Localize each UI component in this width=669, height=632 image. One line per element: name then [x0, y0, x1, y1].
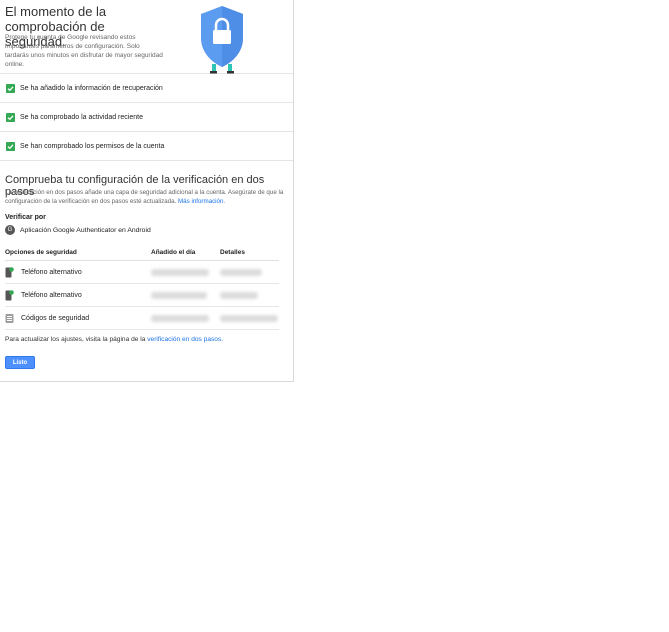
- shield-lock-icon: [201, 6, 243, 74]
- table-row: Teléfono alternativo: [5, 284, 279, 307]
- security-checkup-card: El momento de la comprobación de segurid…: [0, 0, 294, 382]
- done-button[interactable]: Listo: [5, 356, 35, 369]
- table-header: Opciones de seguridad Añadido el día Det…: [5, 244, 279, 261]
- row-option-label: Códigos de seguridad: [21, 314, 90, 322]
- redacted-date: [151, 314, 209, 322]
- phone-icon: [5, 266, 14, 277]
- codes-icon: [5, 313, 14, 323]
- footer-note: Para actualizar los ajustes, visita la p…: [5, 336, 223, 343]
- col-header-added: Añadido el día: [151, 248, 196, 256]
- security-options-table: Opciones de seguridad Añadido el día Det…: [5, 244, 279, 330]
- check-label: Se ha añadido la información de recupera…: [20, 84, 163, 92]
- check-label: Se ha comprobado la actividad reciente: [20, 113, 143, 121]
- two-step-link[interactable]: verificación en dos pasos.: [147, 336, 223, 343]
- hero-section: El momento de la comprobación de segurid…: [0, 0, 293, 74]
- authenticator-icon: G: [5, 225, 15, 235]
- redacted-date: [151, 291, 207, 299]
- check-icon: [6, 141, 15, 151]
- redacted-details: [220, 268, 262, 276]
- verify-heading: Verificar por: [5, 214, 46, 221]
- verify-method-label: Aplicación Google Authenticator en Andro…: [20, 226, 151, 234]
- redacted-date: [151, 268, 209, 276]
- two-step-description: La verificación en dos pasos añade una c…: [5, 188, 285, 206]
- check-row-recovery[interactable]: Se ha añadido la información de recupera…: [0, 74, 293, 103]
- redacted-details: [220, 314, 278, 322]
- phone-icon: [5, 289, 14, 300]
- check-icon: [6, 83, 15, 93]
- table-row: Códigos de seguridad: [5, 307, 279, 330]
- check-icon: [6, 112, 15, 122]
- two-step-description-text: La verificación en dos pasos añade una c…: [5, 189, 284, 205]
- check-label: Se han comprobado los permisos de la cue…: [20, 142, 165, 150]
- hero-description: Protege tu cuenta de Google revisando es…: [5, 34, 163, 68]
- footer-note-text: Para actualizar los ajustes, visita la p…: [5, 336, 146, 343]
- check-row-activity[interactable]: Se ha comprobado la actividad reciente: [0, 103, 293, 132]
- check-row-permissions[interactable]: Se han comprobado los permisos de la cue…: [0, 132, 293, 161]
- verify-method: G Aplicación Google Authenticator en And…: [5, 225, 151, 235]
- col-header-options: Opciones de seguridad: [5, 248, 77, 256]
- more-info-link[interactable]: Más información.: [178, 198, 225, 205]
- redacted-details: [220, 291, 258, 299]
- table-row: Teléfono alternativo: [5, 261, 279, 284]
- row-option-label: Teléfono alternativo: [21, 268, 82, 276]
- row-option-label: Teléfono alternativo: [21, 291, 82, 299]
- col-header-details: Detalles: [220, 248, 245, 256]
